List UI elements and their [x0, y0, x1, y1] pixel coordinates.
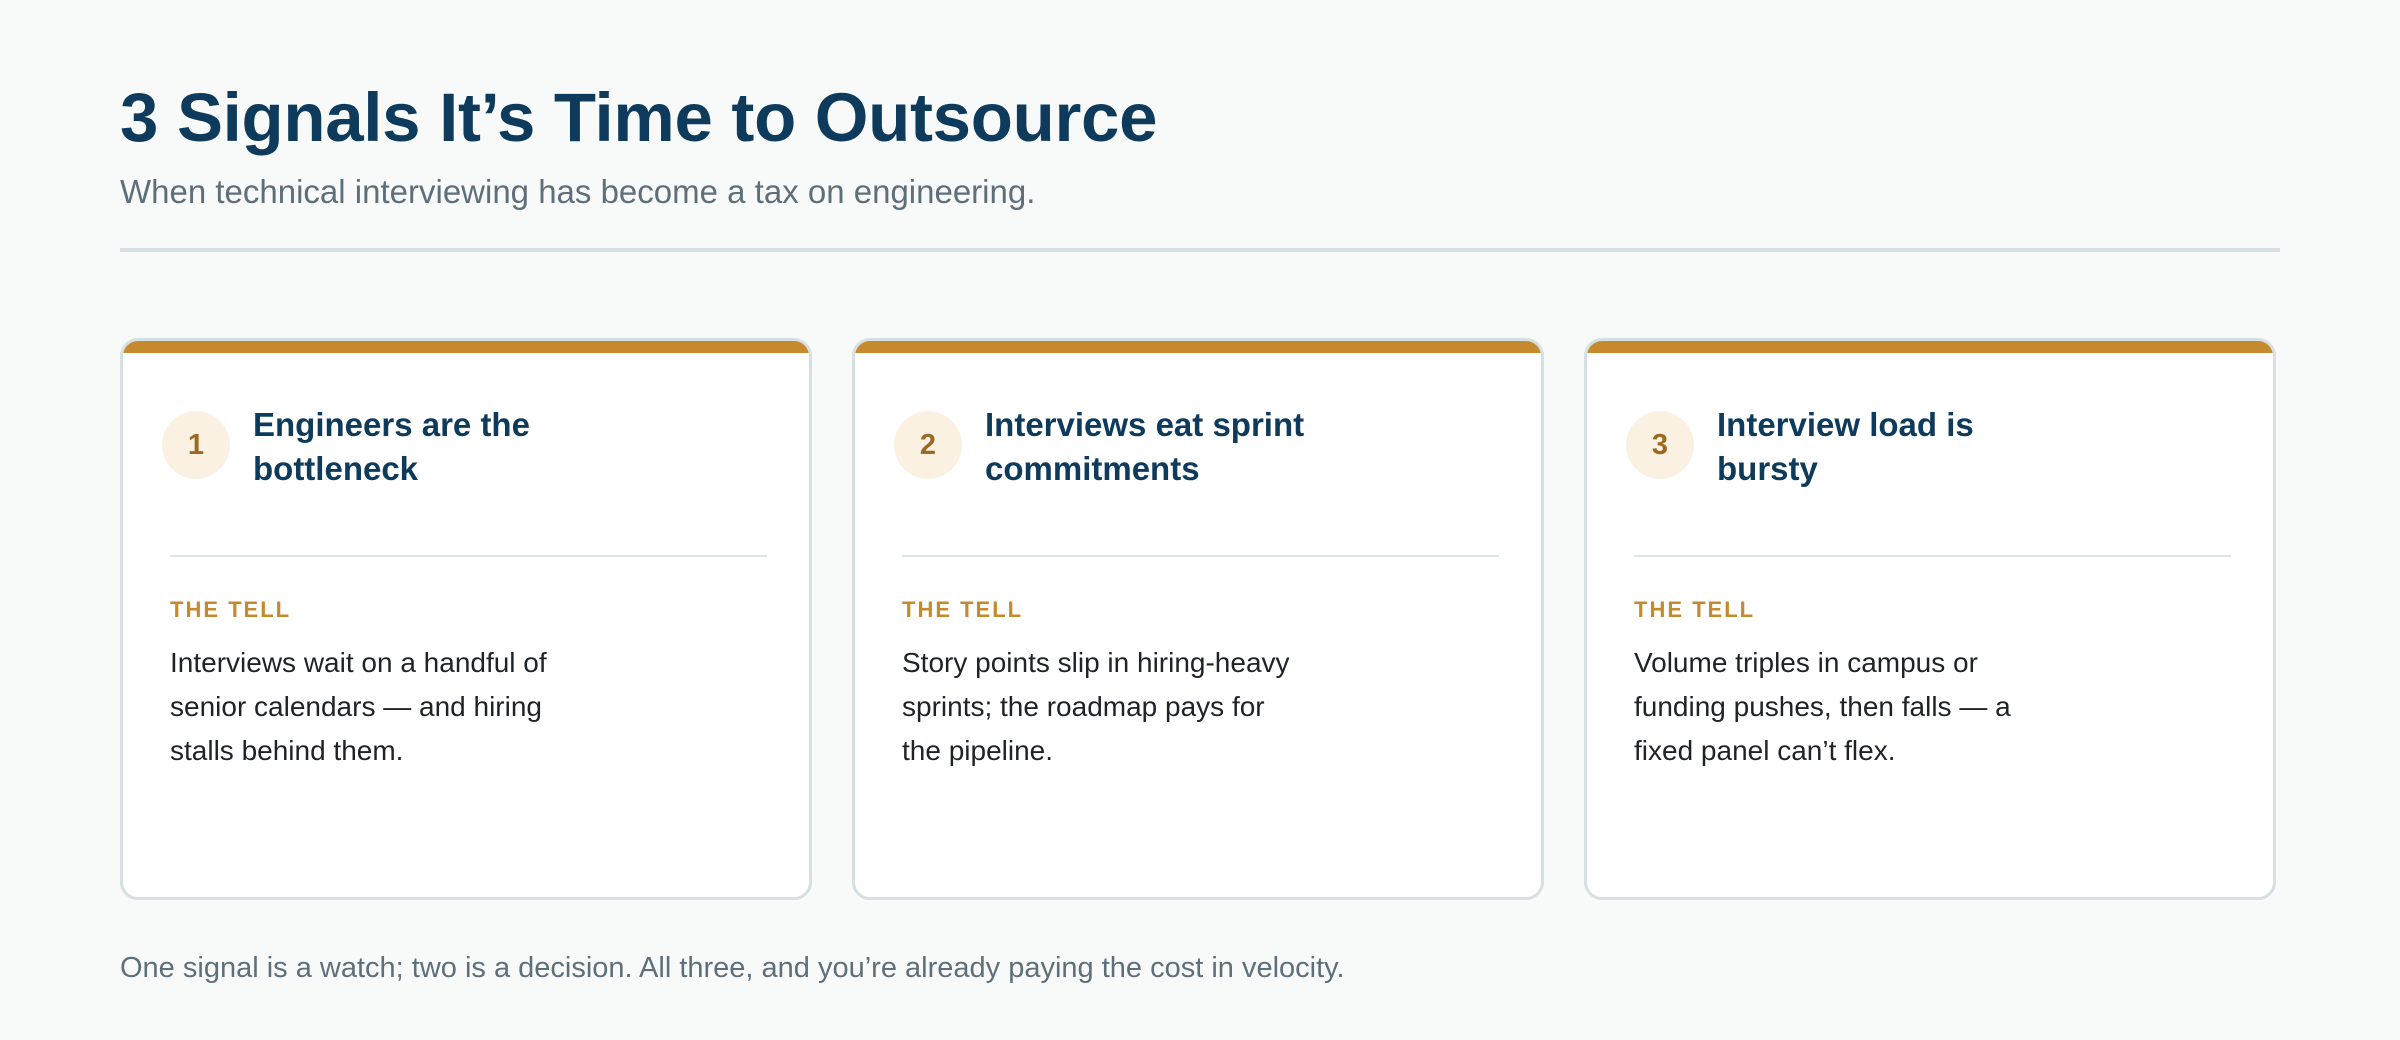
signal-title: Interviews eat sprint commitments — [985, 406, 1305, 487]
signal-title: Engineers are the bottleneck — [253, 406, 530, 487]
tell-text: Interviews wait on a handful of senior c… — [170, 647, 547, 766]
card-accent-bar — [855, 341, 1541, 353]
tell-label: THE TELL — [902, 597, 1024, 622]
signal-number-badge: 2 — [894, 411, 962, 479]
card-accent-bar — [123, 341, 809, 353]
card-divider — [902, 555, 1499, 557]
tell-text: Story points slip in hiring-heavy sprint… — [902, 647, 1290, 766]
signal-number-badge: 3 — [1626, 411, 1694, 479]
card-divider — [1634, 555, 2231, 557]
tell-label: THE TELL — [170, 597, 292, 622]
tell-label: THE TELL — [1634, 597, 1756, 622]
page: 3 Signals It’s Time to Outsource When te… — [0, 0, 2400, 1040]
footer-note: One signal is a watch; two is a decision… — [120, 952, 1345, 984]
header-divider — [120, 248, 2280, 252]
signal-number-badge: 1 — [162, 411, 230, 479]
signal-cards: 1 Engineers are the bottleneck THE TELL … — [120, 338, 2280, 900]
page-subtitle: When technical interviewing has become a… — [120, 173, 1036, 210]
card-divider — [170, 555, 767, 557]
signal-title: Interview load is bursty — [1717, 406, 1974, 487]
signal-card-2: 2 Interviews eat sprint commitments THE … — [852, 338, 1544, 900]
tell-text: Volume triples in campus or funding push… — [1634, 647, 2011, 766]
signal-card-1: 1 Engineers are the bottleneck THE TELL … — [120, 338, 812, 900]
signal-card-3: 3 Interview load is bursty THE TELL Volu… — [1584, 338, 2276, 900]
page-title: 3 Signals It’s Time to Outsource — [120, 79, 1158, 156]
card-accent-bar — [1587, 341, 2273, 353]
